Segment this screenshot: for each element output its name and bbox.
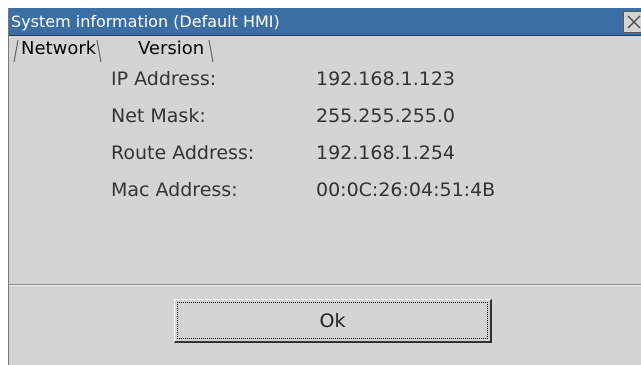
system-info-dialog: System information (Default HMI) Network… [8, 8, 641, 365]
mac-address-value: 00:0C:26:04:51:4B [316, 179, 496, 201]
ok-button-label: Ok [177, 302, 488, 339]
tab-version[interactable]: Version [132, 36, 214, 64]
route-address-value: 192.168.1.254 [316, 142, 456, 164]
net-mask-row: Net Mask: 255.255.255.0 [9, 102, 641, 130]
tab-network[interactable]: Network [13, 36, 102, 64]
mac-address-label: Mac Address: [111, 179, 238, 201]
window-title: System information (Default HMI) [11, 12, 280, 31]
close-button[interactable] [623, 11, 641, 33]
ok-button[interactable]: Ok [174, 299, 492, 343]
tab-strip: Network Version [9, 36, 641, 64]
ip-address-row: IP Address: 192.168.1.123 [9, 65, 641, 93]
tab-edge-right [96, 40, 102, 62]
net-mask-label: Net Mask: [111, 105, 206, 127]
tab-edge-right [208, 40, 214, 62]
button-separator [9, 284, 641, 286]
route-address-label: Route Address: [111, 142, 255, 164]
route-address-row: Route Address: 192.168.1.254 [9, 139, 641, 167]
title-bar[interactable]: System information (Default HMI) [9, 8, 641, 36]
close-icon [624, 12, 641, 32]
ip-address-label: IP Address: [111, 68, 217, 90]
tab-version-label: Version [138, 38, 205, 59]
tab-edge-left [13, 40, 19, 62]
net-mask-value: 255.255.255.0 [316, 105, 456, 127]
tab-network-label: Network [21, 38, 97, 59]
mac-address-row: Mac Address: 00:0C:26:04:51:4B [9, 176, 641, 204]
ip-address-value: 192.168.1.123 [316, 68, 456, 90]
